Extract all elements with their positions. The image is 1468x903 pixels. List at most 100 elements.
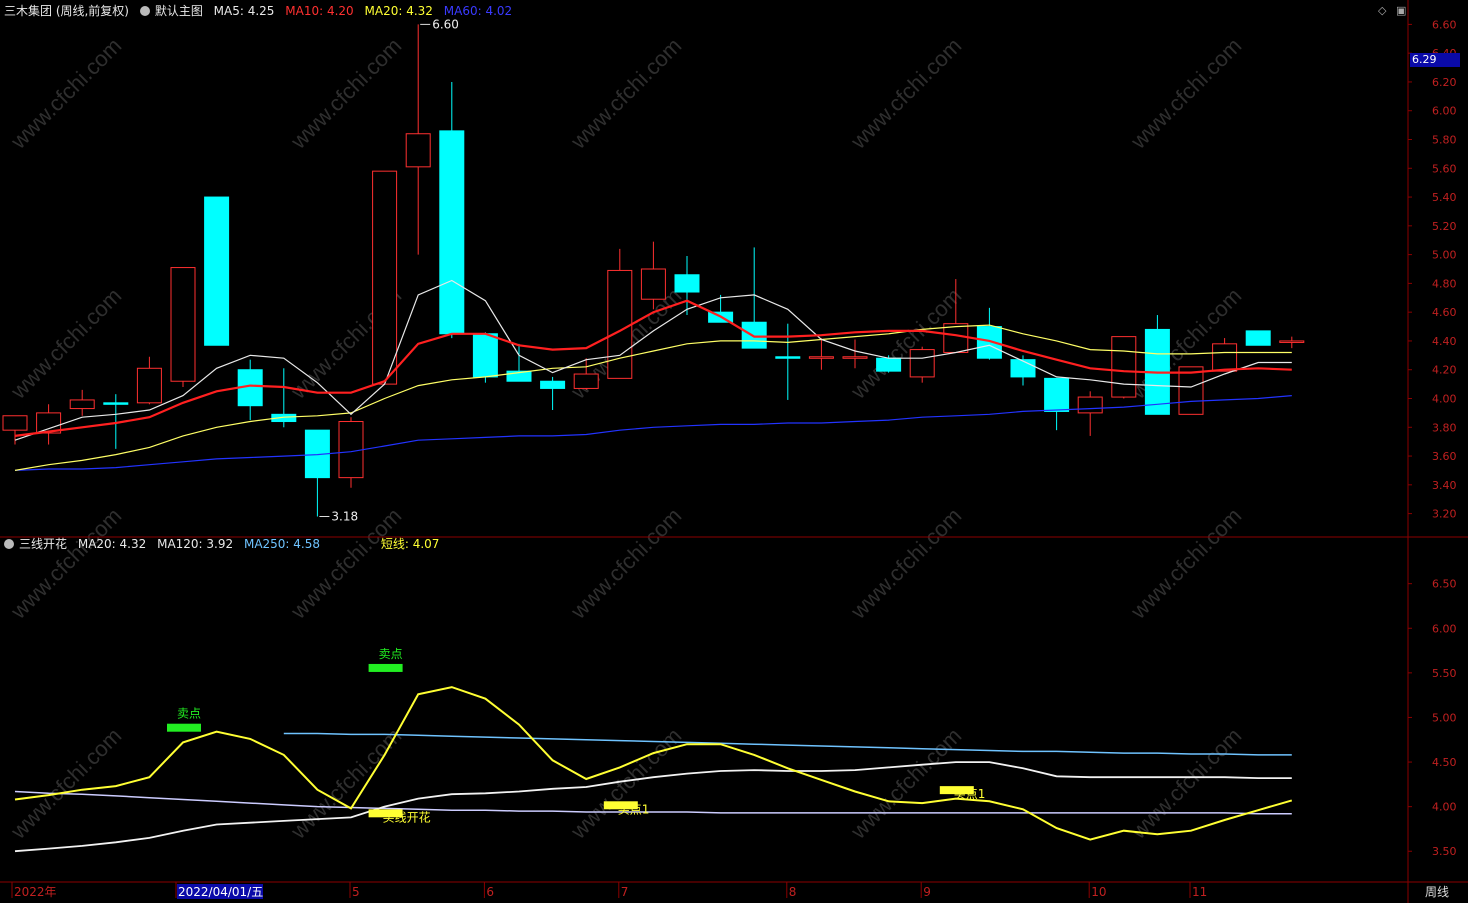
candle-body[interactable] — [439, 130, 465, 335]
candle-body[interactable] — [338, 421, 364, 479]
watermark-text: www.cfchi.com — [845, 33, 966, 154]
short-line-label: 短线: 4.07 — [380, 537, 440, 551]
signal-label: 买线开花 — [383, 809, 431, 824]
x-tick-label: 11 — [1192, 885, 1207, 899]
ma10-label: MA10: 4.20 — [285, 4, 354, 18]
y-tick-label: 6.00 — [1432, 622, 1457, 635]
window-toggle-icon[interactable]: ▣ — [1396, 4, 1406, 17]
template-name[interactable]: 默认主图 — [155, 4, 203, 18]
signal-label: 卖点 — [379, 647, 403, 661]
y-tick-label: 4.00 — [1432, 801, 1457, 814]
y-tick-label: 5.00 — [1432, 249, 1457, 262]
y-tick-label: 6.00 — [1432, 105, 1457, 118]
ma20-label: MA20: 4.32 — [364, 4, 433, 18]
candle-body[interactable] — [1245, 330, 1271, 346]
x-tick-label: 7 — [621, 885, 629, 899]
stock-chart-canvas[interactable]: www.cfchi.com www.cfchi.com www.cfchi.com w… — [0, 0, 1468, 903]
candle-body[interactable] — [472, 333, 498, 378]
y-tick-label: 6.50 — [1432, 578, 1457, 591]
candle-body[interactable] — [1279, 340, 1305, 343]
candle-body[interactable] — [1044, 377, 1070, 412]
x-tick-label: 9 — [923, 885, 931, 899]
x-tick-label: 5 — [352, 885, 360, 899]
signal-label: 买点1 — [954, 787, 986, 801]
watermark-text: www.cfchi.com — [845, 723, 966, 844]
watermark-text: www.cfchi.com — [565, 503, 686, 624]
x-tick-label: 8 — [789, 885, 797, 899]
sub-ma120-line — [14, 790, 1292, 815]
x-tick-label: 6 — [486, 885, 494, 899]
candle-body[interactable] — [540, 380, 566, 389]
candle-body[interactable] — [103, 402, 129, 405]
y-tick-label: 4.00 — [1432, 393, 1457, 406]
y-tick-label: 5.60 — [1432, 162, 1457, 175]
gear-icon[interactable] — [4, 539, 14, 549]
watermark-text: www.cfchi.com — [5, 33, 126, 154]
sub-ma250-line — [283, 732, 1292, 756]
low-price-label: 3.18 — [331, 509, 358, 523]
x-tick-label: 10 — [1091, 885, 1106, 899]
candle-body[interactable] — [943, 323, 969, 353]
main-panel-header: 三木集团 (周线,前复权) 默认主图 MA5: 4.25 MA10: 4.20 … — [4, 2, 519, 20]
y-tick-label: 3.80 — [1432, 421, 1457, 434]
watermark-text: www.cfchi.com — [285, 723, 406, 844]
candle-body[interactable] — [876, 357, 902, 372]
watermark-text: www.cfchi.com — [1125, 503, 1246, 624]
gear-icon[interactable] — [139, 6, 150, 16]
y-tick-label: 4.80 — [1432, 277, 1457, 290]
current-price-tag: 6.29 — [1410, 53, 1460, 67]
candle-body[interactable] — [405, 133, 431, 168]
candle-body[interactable] — [1212, 343, 1238, 372]
y-tick-label: 5.40 — [1432, 191, 1457, 204]
candle-body[interactable] — [1111, 336, 1137, 398]
y-tick-label: 6.20 — [1432, 76, 1457, 89]
candle-body[interactable] — [372, 170, 398, 385]
y-tick-label: 3.60 — [1432, 450, 1457, 463]
candle-body[interactable] — [136, 367, 162, 404]
diamond-icon[interactable]: ◇ — [1378, 4, 1386, 17]
y-tick-label: 4.50 — [1432, 756, 1457, 769]
y-tick-label: 4.60 — [1432, 306, 1457, 319]
watermark-text: www.cfchi.com — [5, 503, 126, 624]
x-tick-label: 2022/04/01/五 — [178, 885, 263, 899]
candle-body[interactable] — [2, 415, 28, 431]
candle-body[interactable] — [909, 349, 935, 378]
y-tick-label: 6.60 — [1432, 18, 1457, 31]
period-button[interactable]: 周线 — [1411, 884, 1463, 900]
watermark-text: www.cfchi.com — [1125, 723, 1246, 844]
candle-body[interactable] — [607, 269, 633, 379]
candle-body[interactable] — [573, 373, 599, 389]
x-tick-label: 2022年 — [14, 885, 57, 899]
sub-panel-header: 三线开花 MA20: 4.32 MA120: 3.92 MA250: 4.58 … — [4, 535, 446, 553]
watermark-text: www.cfchi.com — [285, 33, 406, 154]
y-tick-label: 4.40 — [1432, 335, 1457, 348]
watermark-text: www.cfchi.com — [845, 503, 966, 624]
candle-body[interactable] — [1077, 396, 1103, 414]
signal-marker[interactable] — [167, 723, 201, 732]
watermark-text: www.cfchi.com — [565, 33, 686, 154]
sub-ma250-label: MA250: 4.58 — [243, 537, 321, 551]
sub-ma20-label: MA20: 4.32 — [77, 537, 147, 551]
ma5-label: MA5: 4.25 — [213, 4, 275, 18]
sub-title[interactable]: 三线开花 — [19, 537, 67, 551]
y-tick-label: 3.50 — [1432, 845, 1457, 858]
candle-body[interactable] — [775, 356, 801, 359]
y-tick-label: 5.00 — [1432, 711, 1457, 724]
candle-body[interactable] — [842, 356, 868, 359]
candle-body[interactable] — [170, 267, 196, 382]
y-tick-label: 5.20 — [1432, 220, 1457, 233]
candle-body[interactable] — [808, 356, 834, 359]
signal-marker[interactable] — [368, 663, 403, 672]
watermark-text: www.cfchi.com — [1125, 33, 1246, 154]
candle-body[interactable] — [674, 274, 700, 293]
candle-body[interactable] — [1010, 359, 1036, 378]
signal-label: 买点1 — [618, 802, 650, 816]
stock-title[interactable]: 三木集团 (周线,前复权) — [4, 4, 129, 18]
candle-body[interactable] — [1178, 366, 1204, 415]
signal-label: 卖点 — [177, 707, 201, 721]
candle-body[interactable] — [204, 196, 230, 346]
candle-body[interactable] — [640, 268, 666, 300]
ma60-label: MA60: 4.02 — [443, 4, 513, 18]
candle-body[interactable] — [741, 321, 767, 349]
candle-body[interactable] — [69, 399, 95, 410]
